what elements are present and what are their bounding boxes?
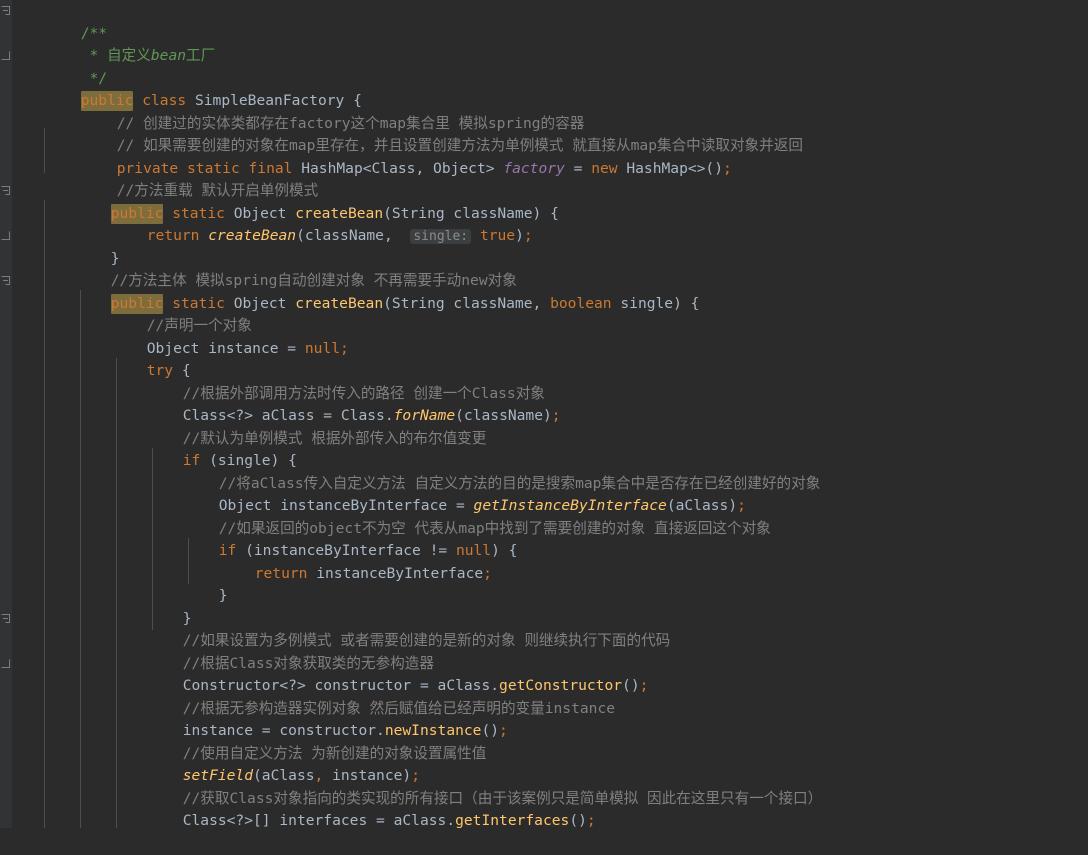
code-line[interactable]: if (single) { — [130, 428, 297, 469]
indent-guide — [80, 290, 81, 828]
code-line[interactable]: * 自定义bean工厂 — [28, 23, 216, 64]
code-line[interactable]: //根据Class对象获取类的无参构造器 — [130, 630, 434, 672]
code-token-semicolon: ; — [340, 339, 349, 357]
code-token-semicolon: ; — [639, 677, 649, 694]
editor-gutter[interactable] — [0, 0, 14, 828]
code-token-boolean-literal: true — [479, 227, 516, 244]
fold-marker-end[interactable] — [1, 51, 11, 61]
code-line[interactable]: return createBean(className, single: tru… — [94, 203, 533, 244]
fold-marker-start[interactable] — [1, 186, 11, 196]
code-line[interactable]: // 创建过的实体类都存在factory这个map集合里 模拟spring的容器 — [64, 90, 585, 132]
code-token-param2: single) { — [611, 294, 700, 312]
code-line[interactable]: */ — [28, 45, 108, 87]
code-token-space3 — [471, 227, 480, 244]
code-token-semicolon: ; — [723, 159, 732, 177]
code-line[interactable]: instance = constructor.newInstance(); — [130, 698, 508, 739]
code-token-static-field: factory — [503, 159, 565, 177]
code-token-keyword-return: return — [146, 227, 200, 244]
code-token-param: className, — [444, 294, 551, 312]
code-token-args: (className, — [296, 227, 393, 244]
code-line[interactable]: public static Object createBean(String c… — [58, 180, 559, 224]
code-token-args: () — [569, 812, 587, 829]
code-line[interactable]: Class<?> aClass = Class.forName(classNam… — [130, 383, 561, 424]
code-line[interactable]: Object instanceByInterface = getInstance… — [166, 473, 746, 514]
code-line[interactable]: Object instance = null; — [94, 315, 349, 357]
code-token-semicolon: ; — [551, 407, 561, 424]
code-token-javadoc-zh2: 工厂 — [186, 47, 216, 64]
code-token-var: instanceByInterface — [307, 564, 484, 582]
indent-guide — [44, 200, 45, 828]
code-line[interactable]: //使用自定义方法 为新创建的对象设置属性值 — [130, 720, 487, 762]
indent-guide — [116, 358, 117, 828]
code-token-closeparen: ) — [515, 227, 524, 244]
code-line[interactable]: //默认为单例模式 根据外部传入的布尔值变更 — [130, 405, 487, 447]
code-line[interactable]: //根据无参构造器实例对象 然后赋值给已经声明的变量instance — [130, 675, 615, 717]
code-line[interactable]: //方法主体 模拟spring自动创建对象 不再需要手动new对象 — [58, 248, 517, 289]
code-token-javadoc-zh: 自定义 — [107, 47, 151, 64]
code-token-brace: } — [218, 587, 228, 604]
code-line[interactable]: //根据外部调用方法时传入的路径 创建一个Class对象 — [130, 360, 545, 402]
code-line[interactable]: Constructor<?> constructor = aClass.getC… — [130, 653, 649, 694]
code-line[interactable]: public static Object createBean(String c… — [58, 270, 699, 314]
code-token-type: Class<?>[] — [182, 812, 271, 829]
code-token-semicolon: ; — [499, 722, 508, 739]
code-token-keyword-boolean: boolean — [550, 294, 612, 312]
code-line[interactable]: setField(aClass, instance); — [130, 743, 420, 784]
code-line[interactable]: // 如果需要创建的对象在map里存在，并且设置创建方法为单例模式 就直接从ma… — [64, 113, 803, 154]
code-token-op: = — [564, 159, 592, 177]
code-line[interactable]: if (instanceByInterface != null) { — [166, 518, 518, 559]
inline-parameter-hint[interactable]: single: — [410, 229, 472, 244]
code-token-type: HashMap<Class, Object> — [301, 159, 504, 177]
gutter-divider — [12, 0, 14, 828]
code-line[interactable]: public class SimpleBeanFactory { — [28, 68, 362, 111]
fold-marker-end[interactable] — [1, 231, 11, 241]
code-token-method-decl: createBean — [295, 294, 384, 312]
code-token-args: () — [622, 677, 640, 694]
code-token-method-call: getInterfaces — [455, 812, 570, 829]
code-line[interactable]: } — [130, 585, 192, 627]
code-editor[interactable]: /** * 自定义bean工厂 */ public class SimpleBe… — [0, 0, 1088, 829]
code-line[interactable]: return instanceByInterface; — [202, 540, 492, 582]
code-token-semicolon: ; — [523, 227, 533, 244]
code-line[interactable]: //如果返回的object不为空 代表从map中找到了需要创建的对象 直接返回这… — [166, 495, 771, 537]
code-line[interactable]: //如果设置为多例模式 或者需要创建的是新的对象 则继续执行下面的代码 — [130, 608, 671, 649]
code-line[interactable]: //方法重载 默认开启单例模式 — [64, 158, 319, 199]
code-token-keyword-return: return — [254, 564, 308, 582]
fold-marker-start[interactable] — [1, 614, 11, 624]
code-token-space2 — [393, 227, 411, 244]
code-token-semicolon: ; — [586, 812, 596, 829]
fold-marker-start[interactable] — [1, 6, 11, 16]
code-token-var: instance = — [199, 339, 305, 357]
code-line[interactable]: //获取Class对象指向的类实现的所有接口（由于该案例只是简单模拟 因此在这里… — [130, 765, 822, 807]
fold-marker-end[interactable] — [1, 659, 11, 669]
code-line[interactable]: //将aClass传入自定义方法 自定义方法的目的是搜索map集合中是否存在已经… — [166, 450, 821, 492]
code-token-var: interfaces = aClass. — [270, 812, 456, 829]
code-line[interactable]: } — [58, 225, 120, 267]
code-content[interactable]: /** * 自定义bean工厂 */ public class SimpleBe… — [14, 0, 1088, 829]
code-token-type2: HashMap<>() — [617, 159, 723, 177]
code-line[interactable]: private static final HashMap<Class, Obje… — [64, 135, 732, 177]
code-line[interactable]: } — [166, 563, 228, 604]
code-token-brace: ) { — [491, 542, 518, 559]
code-line[interactable]: try { — [94, 338, 191, 379]
code-token-semicolon: ; — [483, 564, 492, 582]
code-token-null-literal: null — [304, 339, 341, 357]
code-line[interactable]: //声明一个对象 — [94, 293, 252, 334]
fold-marker-start[interactable] — [1, 276, 11, 286]
code-token-keyword-new: new — [591, 159, 618, 177]
code-line[interactable]: Class<?>[] interfaces = aClass.getInterf… — [130, 788, 596, 829]
code-token-paren: ( — [383, 294, 392, 312]
code-token-param-type: String — [391, 294, 445, 312]
code-token-javadoc-em: bean — [150, 47, 187, 64]
code-token-method-call: createBean — [208, 227, 297, 244]
code-line[interactable]: /** — [28, 0, 107, 42]
